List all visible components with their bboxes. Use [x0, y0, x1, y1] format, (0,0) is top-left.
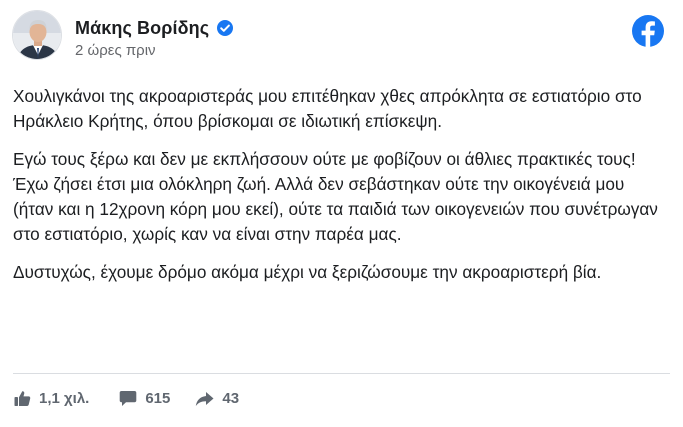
verified-badge-icon: [216, 19, 234, 37]
thumbs-up-icon: [14, 390, 31, 407]
post-paragraph: Δυστυχώς, έχουμε δρόμο ακόμα μέχρι να ξε…: [13, 262, 602, 282]
post-paragraph: Εγώ τους ξέρω και δεν με εκπλήσσουν ούτε…: [13, 149, 658, 244]
engagement-bar: 1,1 χιλ. 615 43: [14, 390, 239, 407]
share-count: 43: [222, 390, 240, 407]
like-count: 1,1 χιλ.: [39, 390, 90, 407]
avatar-image: [13, 11, 61, 59]
comment-bubble-icon: [119, 390, 137, 407]
share-arrow-icon: [195, 391, 214, 407]
comment-button[interactable]: 615: [119, 390, 170, 407]
like-button[interactable]: 1,1 χιλ.: [14, 390, 89, 407]
post-paragraph: Χουλιγκάνοι της ακροαριστεράς μου επιτέθ…: [13, 86, 642, 131]
author-name[interactable]: Μάκης Βορίδης: [75, 18, 209, 39]
post-text: Χουλιγκάνοι της ακροαριστεράς μου επιτέθ…: [13, 84, 668, 298]
post-timestamp[interactable]: 2 ώρες πριν: [75, 42, 234, 59]
post-card: Μάκης Βορίδης 2 ώρες πριν Χουλιγκάνοι τη…: [0, 0, 683, 427]
comment-count: 615: [145, 390, 171, 407]
author-row: Μάκης Βορίδης: [75, 16, 234, 40]
avatar[interactable]: [12, 10, 62, 60]
share-button[interactable]: 43: [195, 390, 239, 407]
post-header: Μάκης Βορίδης 2 ώρες πριν: [12, 10, 234, 60]
facebook-logo-icon[interactable]: [631, 14, 665, 48]
divider: [13, 373, 670, 374]
post-meta: Μάκης Βορίδης 2 ώρες πριν: [75, 10, 234, 59]
